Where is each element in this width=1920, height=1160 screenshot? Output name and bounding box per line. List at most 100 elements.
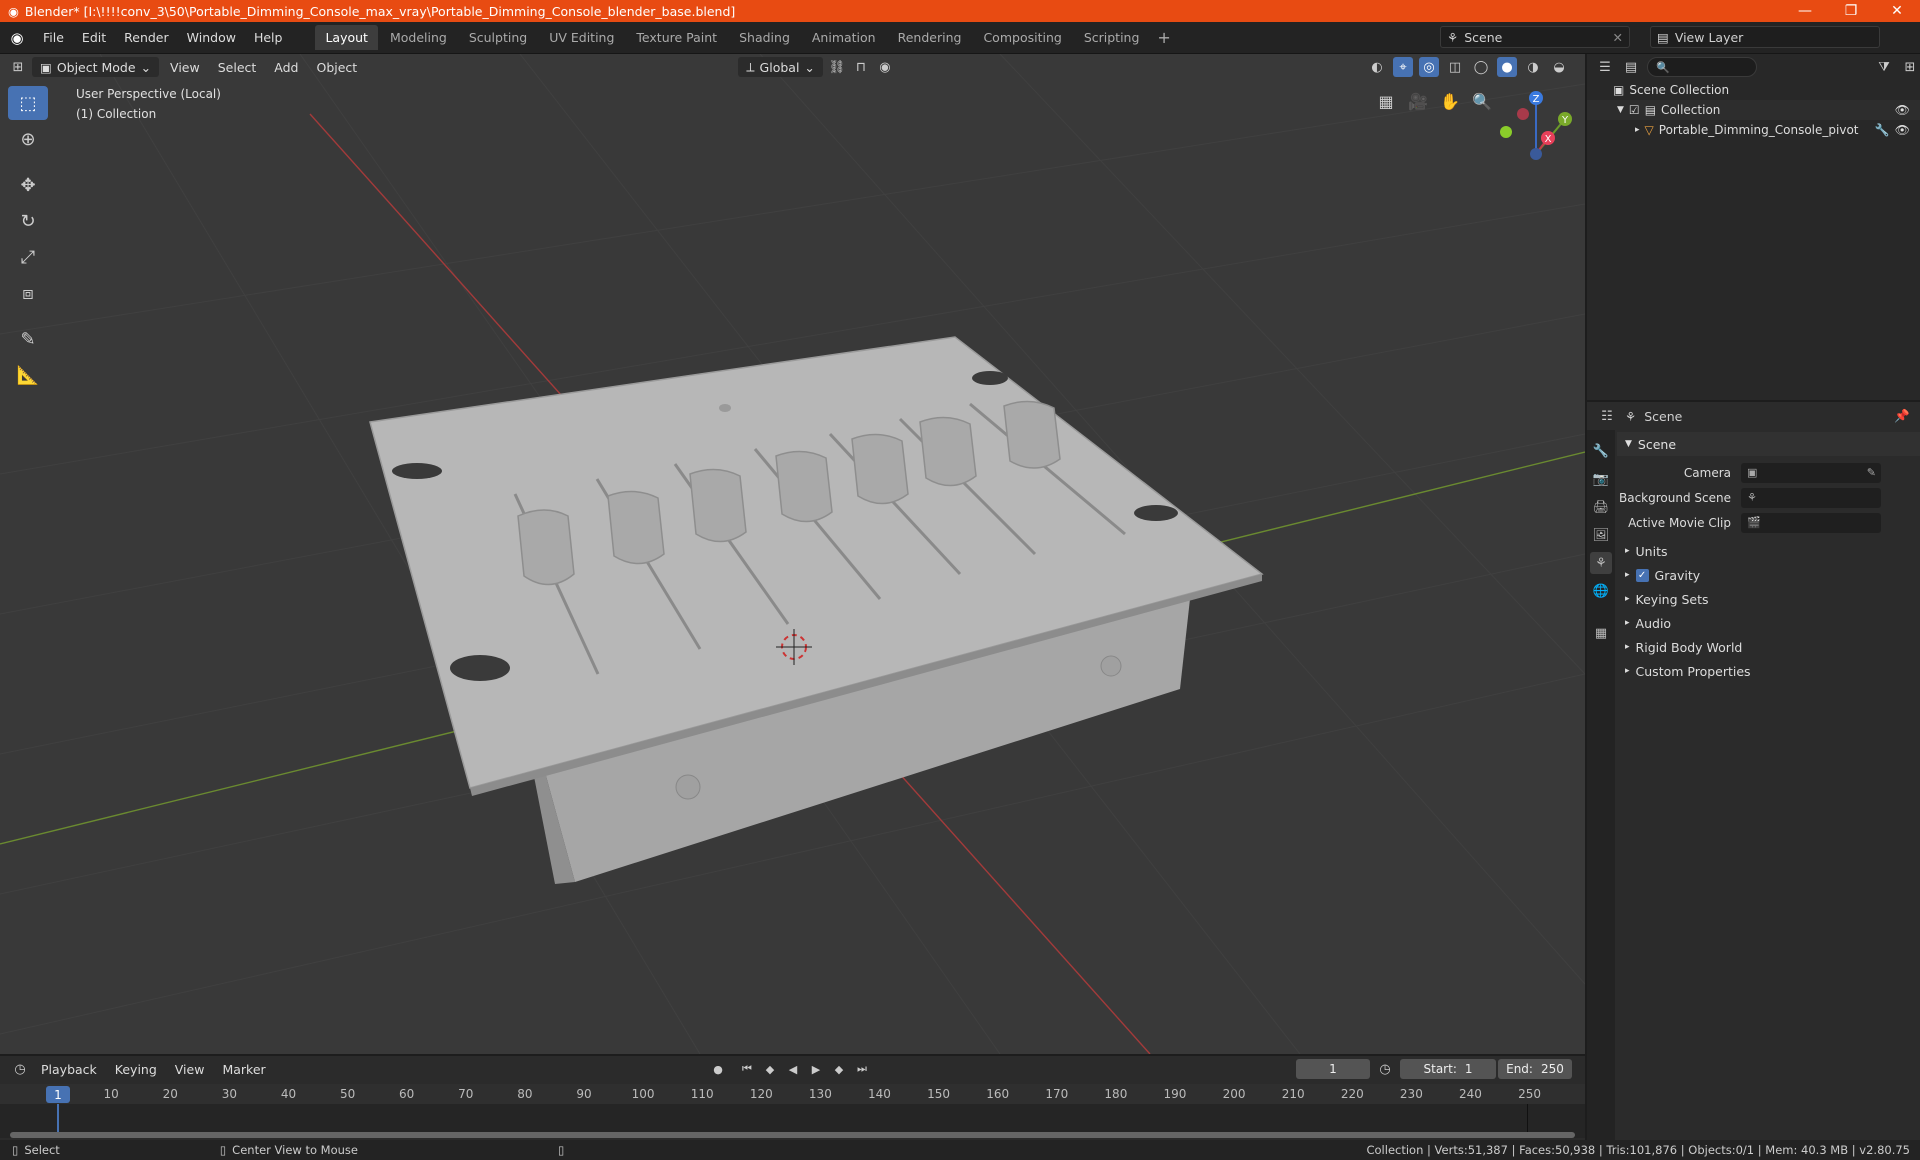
tab-modeling[interactable]: Modeling [380, 25, 457, 50]
pivot-point-icon[interactable]: ⛓ [827, 57, 847, 77]
camera-field[interactable]: ▣ ✎ [1741, 462, 1881, 483]
jump-start-icon[interactable]: ⏮ [737, 1059, 757, 1079]
close-button[interactable]: ✕ [1874, 0, 1920, 22]
tool-tab-icon[interactable]: 🔧 [1590, 440, 1612, 462]
view-layer-selector[interactable]: ▤ View Layer [1650, 26, 1880, 48]
toggle-perspective-icon[interactable]: ▦ [1373, 88, 1399, 114]
xray-toggle-icon[interactable]: ◫ [1445, 57, 1465, 77]
end-frame-field[interactable]: End: 250 [1498, 1059, 1572, 1079]
camera-view-icon[interactable]: 🎥 [1405, 88, 1431, 114]
outliner-collection[interactable]: ▼ ☑ ▤ Collection 👁 [1587, 100, 1920, 120]
menu-add[interactable]: Add [267, 60, 305, 75]
transform-orientation-selector[interactable]: ⟂ Global ⌄ [738, 57, 823, 77]
preview-range-icon[interactable]: ◷ [1375, 1059, 1395, 1079]
scene-panel-header[interactable]: ▼ Scene [1617, 432, 1920, 456]
annotate-tool-icon[interactable]: ✎ [8, 322, 48, 356]
prev-keyframe-icon[interactable]: ◆ [760, 1059, 780, 1079]
current-frame-indicator[interactable]: 1 [46, 1086, 70, 1103]
rendered-shading-icon[interactable]: ◒ [1549, 57, 1569, 77]
texture-tab-icon[interactable]: ▦ [1590, 622, 1612, 644]
units-panel[interactable]: ▸ Units [1617, 539, 1920, 563]
jump-end-icon[interactable]: ⏭ [852, 1059, 872, 1079]
filter-icon[interactable]: ⧩ [1874, 57, 1894, 77]
background-scene-field[interactable]: ⚘ [1741, 487, 1881, 508]
properties-editor-icon[interactable]: ☷ [1597, 406, 1617, 426]
outliner-object[interactable]: ▸ ▽ Portable_Dimming_Console_pivot 🔧 👁 [1587, 120, 1920, 140]
editor-type-icon[interactable]: ⊞ [8, 57, 28, 77]
menu-select[interactable]: Select [211, 60, 264, 75]
outliner-editor-icon[interactable]: ☰ [1595, 57, 1615, 77]
tab-rendering[interactable]: Rendering [888, 25, 972, 50]
play-icon[interactable]: ▶ [806, 1059, 826, 1079]
pin-icon[interactable]: 📌 [1894, 408, 1920, 424]
include-checkbox-icon[interactable]: ☑ [1629, 103, 1640, 117]
eye-icon[interactable]: 👁 [1895, 123, 1920, 137]
timeline-editor-icon[interactable]: ◷ [10, 1059, 30, 1079]
gravity-panel[interactable]: ▸ ✓ Gravity [1617, 563, 1920, 587]
gizmo-toggle-icon[interactable]: ⌖ [1393, 57, 1413, 77]
tab-layout[interactable]: Layout [315, 25, 378, 50]
menu-playback[interactable]: Playback [34, 1062, 104, 1077]
navigation-gizmo[interactable]: Z Y X [1500, 91, 1572, 160]
console-model[interactable] [369, 336, 1264, 884]
move-tool-icon[interactable]: ✥ [8, 168, 48, 202]
current-frame-field[interactable]: 1 [1296, 1059, 1370, 1079]
tab-shading[interactable]: Shading [729, 25, 800, 50]
zoom-view-icon[interactable]: 🔍 [1469, 88, 1495, 114]
rotate-tool-icon[interactable]: ↻ [8, 204, 48, 238]
tab-texture-paint[interactable]: Texture Paint [626, 25, 727, 50]
pan-view-icon[interactable]: ✋ [1437, 88, 1463, 114]
menu-render[interactable]: Render [115, 30, 178, 45]
menu-marker[interactable]: Marker [215, 1062, 272, 1077]
audio-panel[interactable]: ▸ Audio [1617, 611, 1920, 635]
world-tab-icon[interactable]: 🌐 [1590, 580, 1612, 602]
frame-ruler[interactable]: 1 10 20 30 40 50 60 70 80 90 100 110 120 130 140 150 160… [0, 1084, 1585, 1104]
restore-button[interactable]: ❐ [1828, 0, 1874, 22]
menu-window[interactable]: Window [178, 30, 245, 45]
scene-tab-icon[interactable]: ⚘ [1590, 552, 1612, 574]
scale-tool-icon[interactable]: ⤢ [8, 240, 48, 274]
solid-shading-icon[interactable]: ● [1497, 57, 1517, 77]
measure-tool-icon[interactable]: 📐 [8, 358, 48, 392]
expand-icon[interactable]: ▼ [1617, 105, 1624, 115]
timeline-scrollbar[interactable] [10, 1132, 1575, 1138]
rigid-body-world-panel[interactable]: ▸ Rigid Body World [1617, 635, 1920, 659]
mode-selector[interactable]: ▣ Object Mode ⌄ [32, 57, 160, 77]
start-frame-field[interactable]: Start: 1 [1400, 1059, 1496, 1079]
proportional-editing-icon[interactable]: ◉ [875, 57, 895, 77]
menu-keying[interactable]: Keying [108, 1062, 164, 1077]
tab-sculpting[interactable]: Sculpting [459, 25, 537, 50]
minimize-button[interactable]: — [1782, 0, 1828, 22]
material-shading-icon[interactable]: ◑ [1523, 57, 1543, 77]
scene-selector[interactable]: ⚘ Scene ✕ [1440, 26, 1630, 48]
transform-tool-icon[interactable]: ⧈ [8, 276, 48, 310]
gravity-checkbox[interactable]: ✓ [1635, 568, 1649, 582]
select-box-icon[interactable]: ⬚ [8, 86, 48, 120]
menu-help[interactable]: Help [245, 30, 292, 45]
output-tab-icon[interactable]: 🖨 [1590, 496, 1612, 518]
tab-compositing[interactable]: Compositing [973, 25, 1071, 50]
blender-menu-icon[interactable]: ◉ [0, 29, 34, 47]
render-tab-icon[interactable]: 📷 [1590, 468, 1612, 490]
menu-view[interactable]: View [163, 60, 207, 75]
outliner-search-input[interactable]: 🔍 [1647, 57, 1757, 77]
eye-icon[interactable]: 👁 [1895, 103, 1920, 117]
snap-icon[interactable]: ⊓ [851, 57, 871, 77]
menu-edit[interactable]: Edit [73, 30, 115, 45]
visibility-icon[interactable]: ◐ [1367, 57, 1387, 77]
overlay-toggle-icon[interactable]: ◎ [1419, 57, 1439, 77]
outliner-scene-collection[interactable]: ▣ Scene Collection [1587, 80, 1920, 100]
close-icon[interactable]: ✕ [1613, 30, 1629, 45]
next-keyframe-icon[interactable]: ◆ [829, 1059, 849, 1079]
keying-sets-panel[interactable]: ▸ Keying Sets [1617, 587, 1920, 611]
tab-uv-editing[interactable]: UV Editing [539, 25, 624, 50]
custom-properties-panel[interactable]: ▸ Custom Properties [1617, 659, 1920, 683]
tab-animation[interactable]: Animation [802, 25, 886, 50]
menu-file[interactable]: File [34, 30, 73, 45]
menu-object[interactable]: Object [309, 60, 364, 75]
add-workspace-icon[interactable]: + [1149, 28, 1178, 47]
expand-icon[interactable]: ▸ [1635, 125, 1640, 135]
active-movie-clip-field[interactable]: 🎬 [1741, 512, 1881, 533]
menu-timeline-view[interactable]: View [168, 1062, 212, 1077]
cursor-tool-icon[interactable]: ⊕ [8, 122, 48, 156]
